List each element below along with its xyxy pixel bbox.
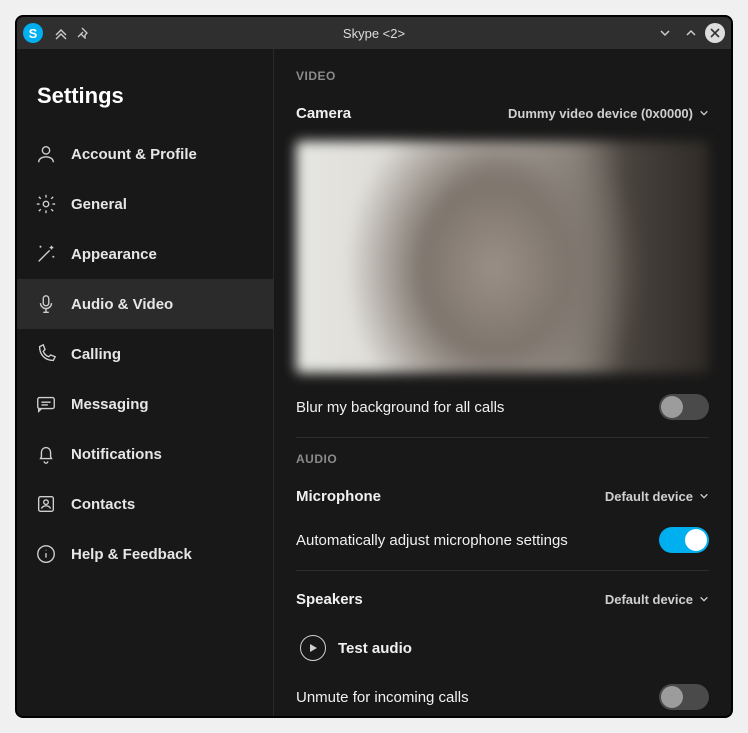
- sidebar: Settings Account & Profile General Appeara…: [17, 49, 273, 716]
- content: Settings Account & Profile General Appeara…: [17, 49, 731, 716]
- camera-row: Camera Dummy video device (0x0000): [296, 91, 709, 135]
- settings-title: Settings: [17, 59, 273, 129]
- titlebar: S Skype <2>: [17, 17, 731, 49]
- chevron-down-icon[interactable]: [655, 23, 675, 43]
- sidebar-item-label: General: [71, 196, 127, 213]
- microphone-value: Default device: [605, 489, 693, 504]
- chevron-down-icon: [699, 491, 709, 501]
- phone-icon: [35, 343, 57, 365]
- skype-app-icon: S: [23, 23, 43, 43]
- sidebar-item-label: Messaging: [71, 396, 149, 413]
- close-icon[interactable]: [705, 23, 725, 43]
- app-window: S Skype <2> Settings Account & Profile Ge…: [15, 15, 733, 718]
- microphone-icon: [35, 293, 57, 315]
- sidebar-item-messaging[interactable]: Messaging: [17, 379, 273, 429]
- auto-adjust-mic-toggle[interactable]: [659, 527, 709, 553]
- sidebar-item-appearance[interactable]: Appearance: [17, 229, 273, 279]
- unmute-incoming-label: Unmute for incoming calls: [296, 689, 469, 706]
- camera-preview: [296, 141, 709, 373]
- sidebar-item-contacts[interactable]: Contacts: [17, 479, 273, 529]
- bell-icon: [35, 443, 57, 465]
- sidebar-item-label: Contacts: [71, 496, 135, 513]
- sidebar-item-label: Audio & Video: [71, 296, 173, 313]
- sidebar-item-label: Notifications: [71, 446, 162, 463]
- video-section-label: VIDEO: [296, 69, 709, 83]
- chat-icon: [35, 393, 57, 415]
- divider: [296, 437, 709, 438]
- window-title: Skype <2>: [17, 26, 731, 41]
- sidebar-item-label: Calling: [71, 346, 121, 363]
- test-audio-button[interactable]: Test audio: [296, 621, 709, 675]
- camera-label: Camera: [296, 105, 351, 122]
- sidebar-item-audio-video[interactable]: Audio & Video: [17, 279, 273, 329]
- chevron-down-icon: [699, 594, 709, 604]
- sidebar-item-label: Help & Feedback: [71, 546, 192, 563]
- play-icon: [300, 635, 326, 661]
- sidebar-item-general[interactable]: General: [17, 179, 273, 229]
- sidebar-item-label: Account & Profile: [71, 146, 197, 163]
- auto-adjust-mic-label: Automatically adjust microphone settings: [296, 532, 568, 549]
- wand-icon: [35, 243, 57, 265]
- contacts-icon: [35, 493, 57, 515]
- speakers-value: Default device: [605, 592, 693, 607]
- unmute-incoming-row: Unmute for incoming calls: [296, 675, 709, 716]
- blur-background-row: Blur my background for all calls: [296, 385, 709, 429]
- gear-icon: [35, 193, 57, 215]
- auto-adjust-mic-row: Automatically adjust microphone settings: [296, 518, 709, 562]
- sidebar-item-help-feedback[interactable]: Help & Feedback: [17, 529, 273, 579]
- settings-panel: VIDEO Camera Dummy video device (0x0000)…: [273, 49, 731, 716]
- microphone-row: Microphone Default device: [296, 474, 709, 518]
- audio-section-label: AUDIO: [296, 452, 709, 466]
- camera-value: Dummy video device (0x0000): [508, 106, 693, 121]
- test-audio-label: Test audio: [338, 640, 412, 657]
- chevron-up-icon[interactable]: [681, 23, 701, 43]
- collapse-up-icon[interactable]: [51, 23, 71, 43]
- sidebar-item-account-profile[interactable]: Account & Profile: [17, 129, 273, 179]
- blur-background-toggle[interactable]: [659, 394, 709, 420]
- speakers-dropdown[interactable]: Default device: [605, 592, 709, 607]
- sidebar-item-calling[interactable]: Calling: [17, 329, 273, 379]
- account-icon: [35, 143, 57, 165]
- camera-dropdown[interactable]: Dummy video device (0x0000): [508, 106, 709, 121]
- divider: [296, 570, 709, 571]
- chevron-down-icon: [699, 108, 709, 118]
- unmute-incoming-toggle[interactable]: [659, 684, 709, 710]
- sidebar-item-notifications[interactable]: Notifications: [17, 429, 273, 479]
- speakers-label: Speakers: [296, 591, 363, 608]
- microphone-dropdown[interactable]: Default device: [605, 489, 709, 504]
- microphone-label: Microphone: [296, 488, 381, 505]
- pin-icon[interactable]: [73, 23, 93, 43]
- info-icon: [35, 543, 57, 565]
- sidebar-item-label: Appearance: [71, 246, 157, 263]
- speakers-row: Speakers Default device: [296, 577, 709, 621]
- blur-background-label: Blur my background for all calls: [296, 399, 504, 416]
